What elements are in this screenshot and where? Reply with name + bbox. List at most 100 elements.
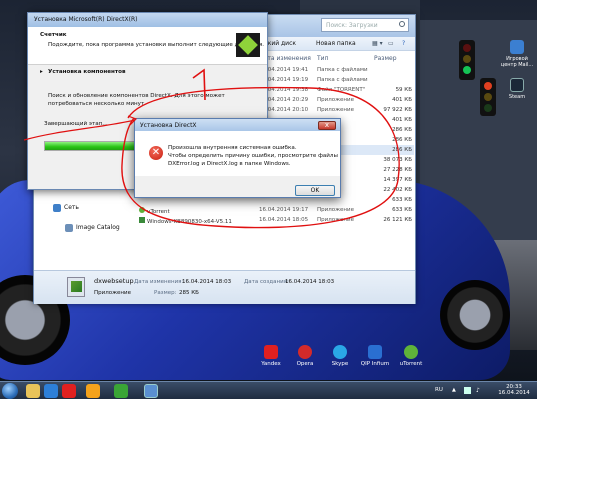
- nav-item-image-catalog[interactable]: Image Catalog: [65, 224, 120, 234]
- row-name-text: Windows-KB890830-x64-V5.11: [147, 219, 232, 225]
- table-row[interactable]: Windows-KB890830-x64-V5.11 16.04.2014 18…: [134, 215, 414, 225]
- error-message-line: Чтобы определить причину ошибки, просмот…: [168, 153, 338, 159]
- row-size: 22 402 КБ: [383, 187, 412, 193]
- row-size: 286 КБ: [392, 147, 412, 153]
- installer-detail-line: потребоваться несколько минут.: [48, 101, 146, 107]
- installer-finishing-label: Завершающий этап...: [44, 121, 108, 127]
- yandex-icon: [264, 345, 278, 359]
- dxwebsetup-file-icon: [67, 277, 85, 297]
- new-folder-button[interactable]: Новая папка: [316, 40, 356, 47]
- installer-file-icon: [139, 217, 145, 223]
- row-type: Приложение: [317, 217, 354, 223]
- close-button[interactable]: x: [318, 121, 336, 130]
- shortcut-utorrent[interactable]: uTorrent: [396, 345, 426, 367]
- shortcut-label: Skype: [331, 361, 349, 367]
- row-type: Приложение: [317, 207, 354, 213]
- wheel: [440, 280, 510, 350]
- mail-agent-taskbar-icon[interactable]: [86, 384, 100, 398]
- row-size: 97 922 КБ: [383, 107, 412, 113]
- search-placeholder: Поиск: Загрузки: [326, 22, 378, 29]
- nav-item-network[interactable]: Сеть: [53, 204, 79, 214]
- step-arrow-icon: ▸: [40, 69, 43, 75]
- desktop-icon-mail-games[interactable]: Игровой центр Mail...: [500, 40, 534, 68]
- row-size: 14 397 КБ: [383, 177, 412, 183]
- media-player-taskbar-icon[interactable]: [44, 384, 58, 398]
- desktop: Игровой центр Mail... Steam Yandex Opera…: [0, 0, 537, 399]
- row-size: 401 КБ: [392, 117, 412, 123]
- view-options-icon[interactable]: ▦ ▾: [372, 40, 383, 47]
- row-size: 26 121 КБ: [383, 217, 412, 223]
- explorer-taskbar-icon[interactable]: [26, 384, 40, 398]
- volume-tray-icon[interactable]: ♪: [476, 387, 480, 394]
- directx-logo-icon: [236, 33, 260, 57]
- shortcut-yandex[interactable]: Yandex: [256, 345, 286, 367]
- network-tray-icon[interactable]: [464, 387, 471, 394]
- installer-title: Установка Microsoft(R) DirectX(R): [34, 16, 138, 23]
- row-size: 27 228 КБ: [383, 167, 412, 173]
- ok-button[interactable]: OK: [295, 185, 335, 196]
- created-label: Дата создания:: [244, 279, 289, 285]
- row-name: Windows-KB890830-x64-V5.11: [139, 217, 232, 225]
- language-indicator[interactable]: RU: [435, 387, 443, 393]
- size-label: Размер:: [154, 290, 177, 296]
- row-date: 16.04.2014 18:05: [259, 217, 309, 223]
- dialog-body: ✕ Произошла внутренняя системная ошибка.…: [135, 131, 340, 176]
- yandex-taskbar-icon[interactable]: [62, 384, 76, 398]
- shortcut-opera[interactable]: Opera: [290, 345, 320, 367]
- dxsetup-taskbar-icon[interactable]: [144, 384, 158, 398]
- installer-step-label: Установка компонентов: [48, 69, 126, 75]
- green-app-taskbar-icon[interactable]: [114, 384, 128, 398]
- desktop-icon-label: центр Mail...: [500, 62, 534, 68]
- opera-icon: [298, 345, 312, 359]
- column-type[interactable]: Тип: [317, 55, 329, 62]
- utorrent-icon: [404, 345, 418, 359]
- installer-title-bar: Установка Microsoft(R) DirectX(R): [28, 13, 267, 27]
- size-value: 285 КБ: [179, 290, 199, 296]
- utorrent-file-icon: [139, 207, 145, 213]
- selected-file-type: Приложение: [94, 290, 131, 296]
- network-icon: [53, 204, 61, 212]
- selected-file-name: dxwebsetup: [94, 277, 134, 285]
- qip-icon: [368, 345, 382, 359]
- system-clock[interactable]: 20:33 16.04.2014: [497, 384, 531, 396]
- search-icon: [399, 21, 405, 27]
- image-margin: [0, 399, 600, 480]
- preview-pane-icon[interactable]: ▭: [388, 40, 394, 47]
- error-message-line: Произошла внутренняя системная ошибка.: [168, 145, 297, 151]
- traffic-light: [459, 40, 475, 80]
- row-type: Приложение: [317, 97, 354, 103]
- row-type: Папка с файлами: [317, 67, 368, 73]
- shortcut-label: Yandex: [261, 361, 281, 367]
- details-pane: dxwebsetup Приложение Дата изменения: 16…: [34, 270, 415, 304]
- error-dialog: Установка DirectX x ✕ Произошла внутренн…: [134, 118, 341, 198]
- row-size: 59 КБ: [395, 87, 412, 93]
- nav-label: Сеть: [64, 204, 79, 211]
- row-type: Файл "TORRENT": [317, 87, 366, 93]
- table-row[interactable]: uTorrent 16.04.2014 19:17 Приложение 633 К…: [134, 205, 414, 215]
- desktop-icon-steam[interactable]: Steam: [500, 78, 534, 100]
- created-value: 16.04.2014 18:03: [285, 279, 335, 285]
- row-size: 38 073 КБ: [383, 157, 412, 163]
- start-button[interactable]: [2, 383, 18, 399]
- row-size: 633 КБ: [392, 207, 412, 213]
- error-message-line: DXError.log и DirectX.log в папке Window…: [168, 161, 291, 167]
- installer-header-title: Счетчик: [40, 32, 67, 38]
- error-icon: ✕: [149, 146, 163, 160]
- dialog-title: Установка DirectX: [140, 122, 197, 129]
- shortcut-skype[interactable]: Skype: [325, 345, 355, 367]
- shortcut-qip[interactable]: QIP Infium: [360, 345, 390, 367]
- row-type: Приложение: [317, 107, 354, 113]
- tray-arrow-icon[interactable]: ▲: [452, 387, 456, 393]
- skype-icon: [333, 345, 347, 359]
- steam-icon: [510, 78, 524, 92]
- shortcut-label: uTorrent: [399, 361, 423, 367]
- row-size: 401 КБ: [392, 97, 412, 103]
- traffic-light: [480, 78, 496, 116]
- search-input[interactable]: Поиск: Загрузки: [321, 18, 409, 32]
- help-icon[interactable]: ?: [402, 40, 405, 47]
- row-type: Папка с файлами: [317, 77, 368, 83]
- modified-value: 16.04.2014 18:03: [182, 279, 232, 285]
- desktop-icon-label: Steam: [508, 94, 526, 100]
- column-size[interactable]: Размер: [374, 55, 397, 62]
- row-size: 633 КБ: [392, 197, 412, 203]
